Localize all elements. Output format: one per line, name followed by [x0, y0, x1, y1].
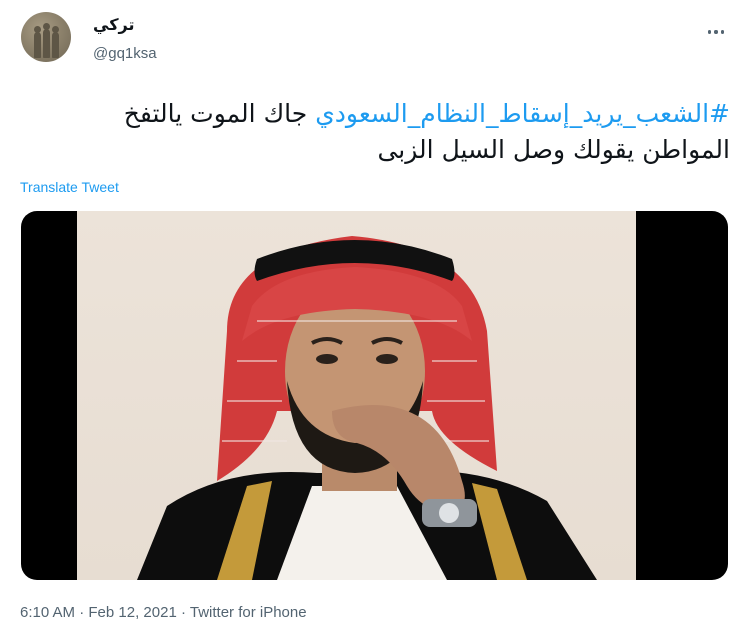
tweet-date-link[interactable]: Feb 12, 2021	[88, 604, 176, 621]
author-display-name[interactable]: تركي	[93, 16, 134, 36]
meta-separator: ·	[75, 604, 89, 621]
avatar-figure	[52, 26, 59, 58]
author-handle[interactable]: @gq1ksa	[93, 44, 157, 63]
tweet-text: #الشعب_يريد_إسقاط_النظام_السعودي جاك الم…	[20, 96, 730, 168]
tweet-source-link[interactable]: Twitter for iPhone	[190, 604, 307, 621]
more-options-button[interactable]	[702, 18, 730, 46]
tweet-text-line1: جاك الموت يالتفخ	[123, 99, 316, 128]
tweet-time-link[interactable]: 6:10 AM	[20, 604, 75, 621]
more-horizontal-icon-dot	[720, 30, 725, 34]
tweet-media[interactable]	[21, 211, 728, 580]
tweet-timestamp: 6:10 AM · Feb 12, 2021 · Twitter for iPh…	[20, 603, 307, 623]
avatar-figure	[34, 26, 41, 58]
media-photo	[77, 211, 636, 580]
avatar-figure	[43, 23, 50, 58]
hashtag-link[interactable]: #الشعب_يريد_إسقاط_النظام_السعودي	[315, 99, 730, 128]
meta-separator: ·	[176, 604, 190, 621]
avatar[interactable]	[21, 12, 71, 62]
more-horizontal-icon	[707, 30, 712, 34]
photo-illustration	[137, 236, 597, 580]
tweet-text-line2: المواطن يقولك وصل السيل الزبى	[377, 135, 730, 164]
translate-tweet-link[interactable]: Translate Tweet	[20, 178, 119, 196]
more-horizontal-icon-dot	[714, 30, 718, 34]
